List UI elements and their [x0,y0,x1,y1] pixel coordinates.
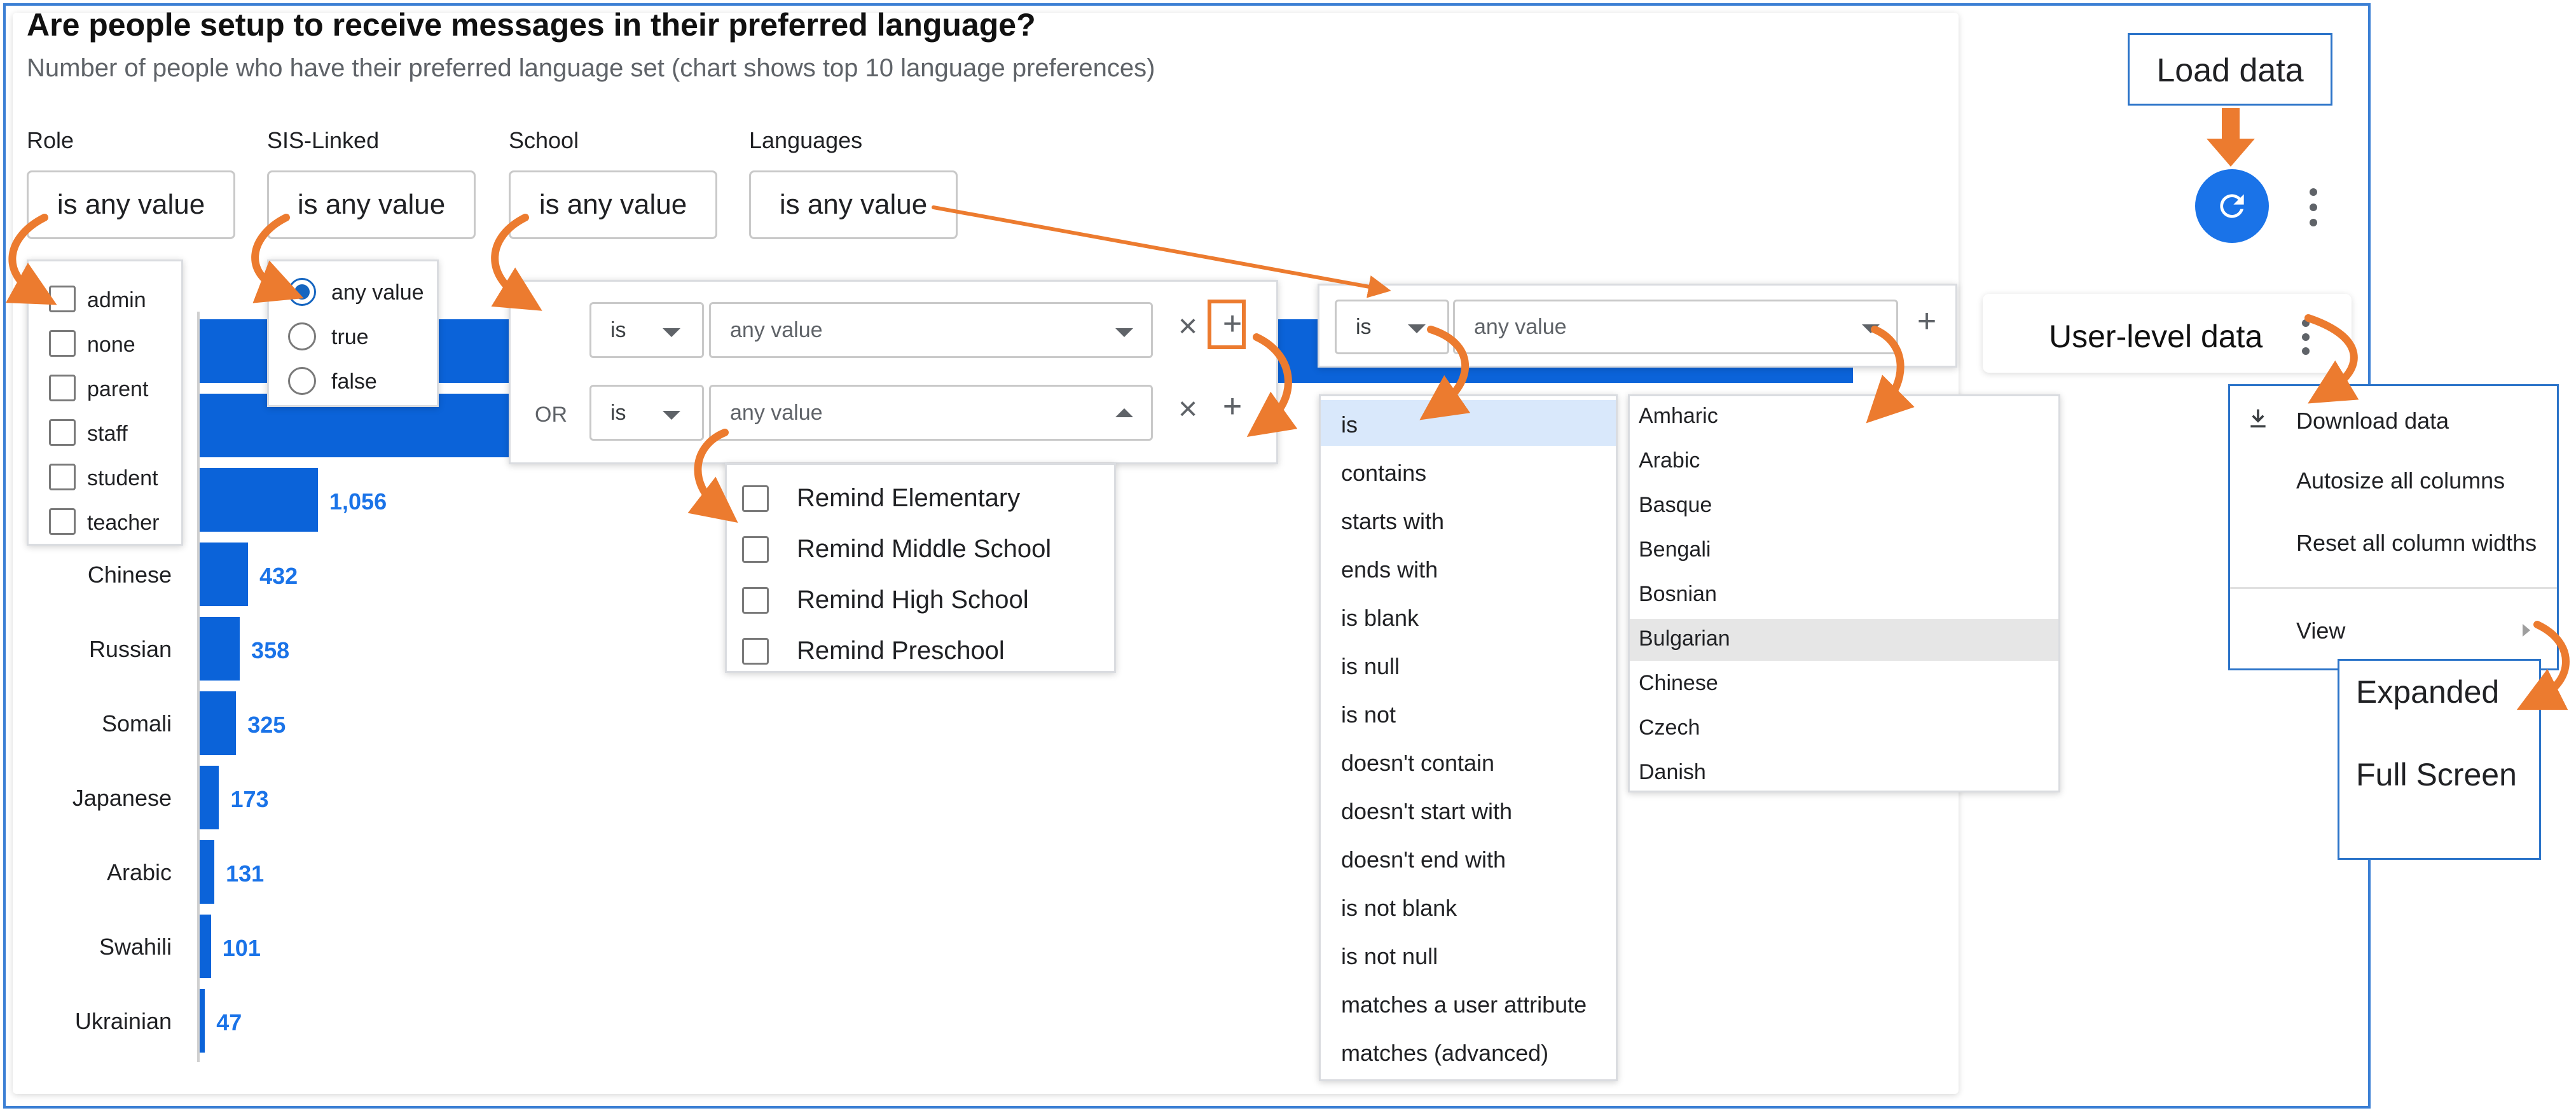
arrow-more-menu [2304,314,2359,404]
arrow-languages [932,205,1391,298]
arrow-school [491,214,542,311]
annotation-arrows [6,108,2570,710]
arrow-add-condition [1246,333,1298,438]
arrow-view [2516,621,2570,710]
arrow-role [6,214,57,305]
arrow-language-value [1866,326,1915,424]
arrow-school-value [687,429,738,523]
arrow-sis [251,214,304,303]
arrow-operator [1419,326,1471,420]
arrow-load-data [2207,108,2255,167]
